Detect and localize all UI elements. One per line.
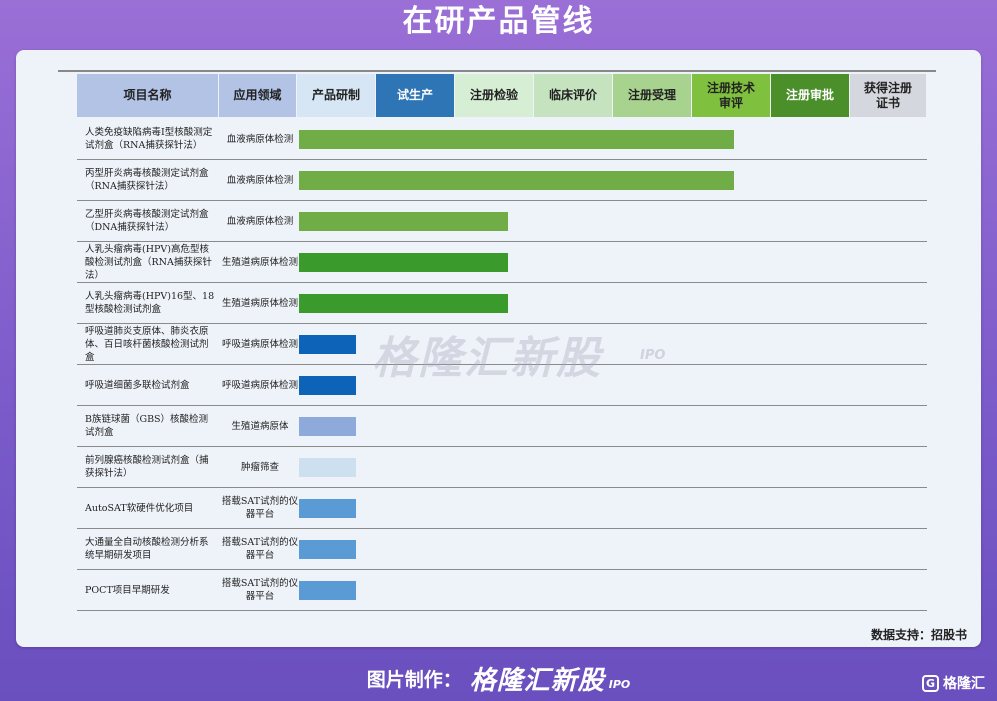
watermark-text: 格隆汇新股 [372,333,602,384]
project-name: 大通量全自动核酸检测分析系统早期研发项目 [85,537,209,561]
application-field: 呼吸道病原体检测 [221,379,298,391]
footer-ipo-logo: IPO [608,677,631,691]
column-header-9: 获得注册 证书 [850,74,926,117]
table-row: 人乳头瘤病毒(HPV)高危型核酸检测试剂盒（RNA捕获探针法） 生殖道病原体检测 [77,242,927,283]
project-name: 乙型肝炎病毒核酸测定试剂盒（DNA捕获探针法） [85,209,209,233]
progress-bar [299,253,508,272]
project-name: POCT项目早期研发 [85,584,170,596]
table-row: B族链球菌（GBS）核酸检测试剂盒 生殖道病原体 [77,406,927,447]
table-row: AutoSAT软硬件优化项目 搭载SAT试剂的仪器平台 [77,488,927,529]
table-row: 丙型肝炎病毒核酸测定试剂盒（RNA捕获探针法） 血液病原体检测 [77,160,927,201]
corner-logo-text: 格隆汇 [943,676,985,692]
progress-bar [299,294,508,313]
column-header-7: 注册技术 审评 [692,74,770,117]
project-name: 人类免疫缺陷病毒Ⅰ型核酸测定试剂盒（RNA捕获探针法） [85,127,213,151]
application-field: 搭载SAT试剂的仪器平台 [221,578,299,602]
column-header-8: 注册审批 [771,74,849,117]
project-name: B族链球菌（GBS）核酸检测试剂盒 [85,414,209,438]
progress-bar [299,171,734,190]
application-field: 生殖道病原体检测 [221,297,298,309]
application-field: 生殖道病原体 [231,420,289,432]
project-name: 人乳头瘤病毒(HPV)高危型核酸检测试剂盒（RNA捕获探针法） [85,243,212,281]
project-name: 呼吸道细菌多联检试剂盒 [85,379,190,391]
progress-bar [299,499,356,518]
table-row: 前列腺癌核酸检测试剂盒（捕获探针法） 肿瘤筛查 [77,447,927,488]
application-field: 搭载SAT试剂的仪器平台 [221,537,299,561]
column-header-5: 临床评价 [534,74,612,117]
progress-bar [299,581,356,600]
watermark-ipo: IPO [640,348,666,363]
footer-brand-logo: 格隆汇新股 [469,665,605,696]
application-field: 血液病原体检测 [226,215,294,227]
column-header-4: 注册检验 [455,74,533,117]
table-row: 人乳头瘤病毒(HPV)16型、18型核酸检测试剂盒 生殖道病原体检测 [77,283,927,324]
column-header-1: 应用领域 [219,74,296,117]
progress-bar [299,540,356,559]
project-name: 人乳头瘤病毒(HPV)16型、18型核酸检测试剂盒 [85,291,215,315]
application-field: 生殖道病原体检测 [221,256,298,268]
table-row: 大通量全自动核酸检测分析系统早期研发项目 搭载SAT试剂的仪器平台 [77,529,927,570]
page-title: 在研产品管线 [402,4,595,39]
column-header-0: 项目名称 [77,74,218,117]
application-field: 肿瘤筛查 [240,461,279,473]
table-row: 乙型肝炎病毒核酸测定试剂盒（DNA捕获探针法） 血液病原体检测 [77,201,927,242]
progress-bar [299,212,508,231]
corner-logo: G 格隆汇 [922,673,985,693]
project-name: 呼吸道肺炎支原体、肺炎衣原体、百日咳杆菌核酸检测试剂盒 [85,325,209,363]
brand-icon: G [922,674,939,692]
progress-bar [299,417,356,436]
column-header-6: 注册受理 [613,74,691,117]
footer-label: 图片制作： [366,668,462,691]
progress-bar [299,335,356,354]
application-field: 搭载SAT试剂的仪器平台 [221,496,299,520]
application-field: 血液病原体检测 [226,174,294,186]
table-top-rule [58,70,936,72]
source-note: 数据支持：招股书 [870,628,967,642]
project-name: 丙型肝炎病毒核酸测定试剂盒（RNA捕获探针法） [85,168,209,192]
application-field: 呼吸道病原体检测 [221,338,298,350]
project-name: AutoSAT软硬件优化项目 [85,502,194,514]
table-row: POCT项目早期研发 搭载SAT试剂的仪器平台 [77,570,927,611]
progress-bar [299,376,356,395]
column-header-2: 产品研制 [297,74,375,117]
table-row: 人类免疫缺陷病毒Ⅰ型核酸测定试剂盒（RNA捕获探针法） 血液病原体检测 [77,119,927,160]
application-field: 血液病原体检测 [226,133,294,145]
column-header-3: 试生产 [376,74,454,117]
footer: 图片制作： 格隆汇新股 IPO [0,655,997,701]
progress-bar [299,130,734,149]
project-name: 前列腺癌核酸检测试剂盒（捕获探针法） [85,455,209,479]
progress-bar [299,458,356,477]
